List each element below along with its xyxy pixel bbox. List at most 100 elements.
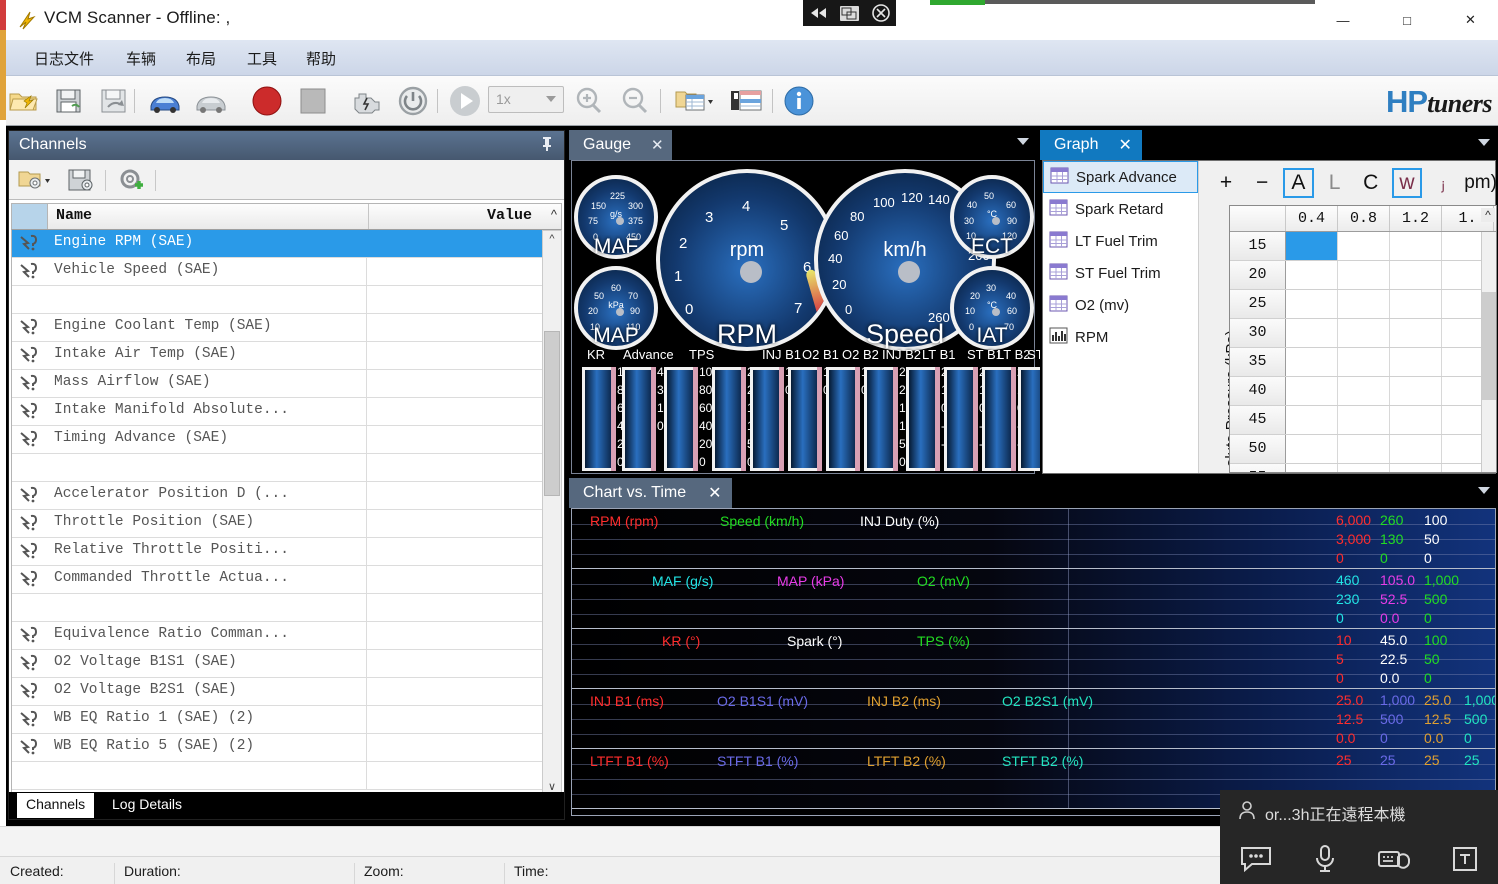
power-icon[interactable] <box>396 84 430 118</box>
chart-pane[interactable]: INJ B1 (ms) O2 B1S1 (mV) INJ B2 (ms) O2 B2S… <box>572 689 1495 749</box>
remove-button[interactable]: − <box>1247 168 1277 198</box>
graph-table-cell[interactable] <box>1286 319 1338 347</box>
graph-table-cell[interactable] <box>1390 377 1442 405</box>
column-divider[interactable] <box>368 204 369 229</box>
graph-column-header[interactable]: 1.2 <box>1390 206 1442 231</box>
table-row[interactable]: Engine Coolant Temp (SAE) <box>12 314 561 342</box>
table-row[interactable]: Equivalence Ratio Comman... <box>12 622 561 650</box>
table-row[interactable] <box>12 762 561 790</box>
table-row[interactable]: Relative Throttle Positi... <box>12 538 561 566</box>
table-row[interactable]: Accelerator Position D (... <box>12 482 561 510</box>
graph-table-cell[interactable] <box>1286 377 1338 405</box>
chart-legend-entry[interactable]: Spark (°) <box>787 633 842 649</box>
table-row[interactable] <box>12 454 561 482</box>
table-row[interactable]: O2 Voltage B1S1 (SAE) <box>12 650 561 678</box>
vehicle-grey-icon[interactable] <box>194 84 228 118</box>
graph-table-cell[interactable] <box>1338 406 1390 434</box>
graph-table-scrollbar[interactable] <box>1481 232 1496 472</box>
table-row[interactable] <box>12 286 561 314</box>
axis-c-button[interactable]: C <box>1356 168 1386 198</box>
graph-table-cell[interactable] <box>1338 261 1390 289</box>
graph-row-header[interactable]: 25 <box>1230 290 1286 318</box>
open-folder-icon[interactable] <box>6 84 40 118</box>
graph-row-header[interactable]: 40 <box>1230 377 1286 405</box>
bar-gauge[interactable] <box>982 367 1014 471</box>
graph-table-cell[interactable] <box>1338 435 1390 463</box>
close-icon[interactable]: ✕ <box>708 483 721 503</box>
table-row[interactable]: Throttle Position (SAE) <box>12 510 561 538</box>
record-icon[interactable] <box>250 84 284 118</box>
histogram-button[interactable]: ⱼ <box>1428 168 1458 198</box>
chart-pane[interactable]: MAF (g/s) MAP (kPa) O2 (mV) 460 230 0 105.0 52.… <box>572 569 1495 629</box>
remote-session-pin-bar[interactable] <box>803 0 896 26</box>
graph-table-cell[interactable] <box>1390 435 1442 463</box>
table-row[interactable]: Timing Advance (SAE) <box>12 426 561 454</box>
close-icon[interactable] <box>871 4 890 22</box>
graph-table-cell[interactable] <box>1338 232 1390 260</box>
scroll-thumb[interactable] <box>544 331 560 496</box>
zoom-in-icon[interactable] <box>572 84 606 118</box>
graph-table-cell[interactable] <box>1390 406 1442 434</box>
collapse-arrow-icon[interactable] <box>809 6 827 20</box>
table-row[interactable]: Vehicle Speed (SAE) <box>12 258 561 286</box>
tab-channels[interactable]: Channels <box>17 793 95 818</box>
menu-help[interactable]: 帮助 <box>296 47 346 70</box>
scroll-thumb[interactable] <box>1482 292 1496 400</box>
zoom-select[interactable]: 1x <box>488 86 564 113</box>
chart-tab[interactable]: Chart vs. Time ✕ <box>569 478 732 508</box>
graph-table-cell[interactable] <box>1338 319 1390 347</box>
chart-legend-entry[interactable]: O2 B2S1 (mV) <box>1002 693 1093 709</box>
graph-table-cell[interactable] <box>1286 348 1338 376</box>
graph-table-cell[interactable] <box>1390 290 1442 318</box>
graph-table-cell[interactable] <box>1338 348 1390 376</box>
bar-gauge[interactable] <box>864 367 896 471</box>
add-button[interactable]: + <box>1211 168 1241 198</box>
graph-table-cell[interactable] <box>1390 319 1442 347</box>
graph-row-header[interactable]: 45 <box>1230 406 1286 434</box>
graph-table-cell[interactable] <box>1286 464 1338 472</box>
graph-table-cell[interactable] <box>1390 261 1442 289</box>
graph-table-cell[interactable] <box>1286 290 1338 318</box>
zoom-out-icon[interactable] <box>618 84 652 118</box>
graph-table-cell[interactable] <box>1286 232 1338 260</box>
table-row[interactable]: WB EQ Ratio 5 (SAE) (2) <box>12 734 561 762</box>
graph-table-cell[interactable] <box>1338 464 1390 472</box>
column-header-name[interactable]: Name <box>56 207 92 224</box>
graph-table-cell[interactable] <box>1286 435 1338 463</box>
microphone-icon[interactable] <box>1313 844 1337 874</box>
graph-row-header[interactable]: 30 <box>1230 319 1286 347</box>
table-row[interactable]: WB EQ Ratio 1 (SAE) (2) <box>12 706 561 734</box>
bar-gauge[interactable] <box>622 367 654 471</box>
chart-legend-entry[interactable]: INJ B2 (ms) <box>867 693 941 709</box>
graph-list-item[interactable]: RPM <box>1043 321 1198 353</box>
graph-row-header[interactable]: 15 <box>1230 232 1286 260</box>
maximize-button[interactable]: □ <box>1376 0 1438 40</box>
graph-row-header[interactable]: 50 <box>1230 435 1286 463</box>
save-icon[interactable] <box>52 84 86 118</box>
graph-row-header[interactable]: 20 <box>1230 261 1286 289</box>
pin-icon[interactable] <box>540 136 554 156</box>
chart-legend-entry[interactable]: INJ B1 (ms) <box>590 693 664 709</box>
bar-gauge[interactable] <box>788 367 820 471</box>
layout-save-icon[interactable] <box>730 84 764 118</box>
graph-table-cell[interactable] <box>1338 290 1390 318</box>
graph-column-header[interactable]: 0.8 <box>1338 206 1390 231</box>
chart-pane[interactable]: KR (°) Spark (°) TPS (%) 10 5 0 45.0 22.5 0.0 100… <box>572 629 1495 689</box>
table-row[interactable]: O2 Voltage B2S1 (SAE) <box>12 678 561 706</box>
graph-table-cell[interactable] <box>1390 464 1442 472</box>
bar-gauge[interactable] <box>826 367 858 471</box>
save-config-icon[interactable] <box>65 164 98 196</box>
chart-legend-entry[interactable]: Speed (km/h) <box>720 513 804 529</box>
scroll-up-button[interactable]: ^ <box>543 231 561 248</box>
bar-gauge[interactable] <box>582 367 614 471</box>
bar-gauge[interactable] <box>906 367 938 471</box>
menu-vehicle[interactable]: 车辆 <box>116 47 166 70</box>
chevron-up-icon[interactable]: ^ <box>551 207 557 222</box>
chart-pane[interactable]: RPM (rpm) Speed (km/h) INJ Duty (%) 6,000 3,… <box>572 509 1495 569</box>
menu-layout[interactable]: 布局 <box>176 47 226 70</box>
layout-open-icon[interactable] <box>672 84 716 118</box>
close-icon[interactable]: ✕ <box>1118 135 1131 155</box>
table-row[interactable]: Engine RPM (SAE) <box>12 230 561 258</box>
bar-gauge[interactable] <box>750 367 782 471</box>
keyboard-mouse-icon[interactable] <box>1377 846 1411 872</box>
